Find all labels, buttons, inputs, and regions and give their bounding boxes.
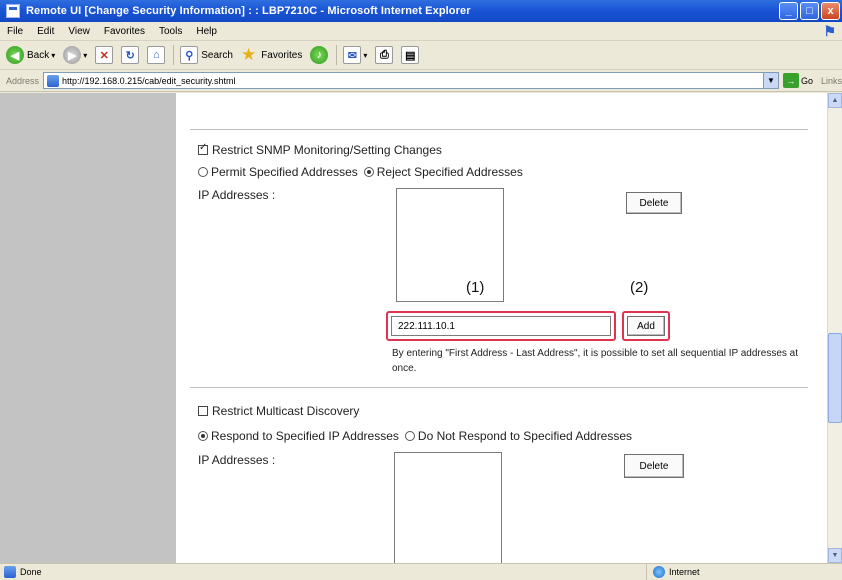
print-button[interactable]: ⎙	[375, 46, 394, 64]
section-divider	[190, 387, 808, 388]
back-dropdown-icon[interactable]: ▾	[51, 51, 55, 60]
left-navigation-pane	[0, 93, 176, 563]
forward-button[interactable]: ▶ ▾	[63, 46, 87, 64]
multicast-delete-button[interactable]: Delete	[624, 454, 684, 478]
media-button[interactable]: ♪	[310, 46, 329, 64]
address-dropdown-icon[interactable]: ▼	[762, 73, 778, 88]
snmp-ip-address-list[interactable]	[396, 188, 504, 302]
scroll-down-arrow-icon[interactable]: ▼	[828, 548, 842, 563]
search-button[interactable]: ⚲ Search	[180, 46, 233, 64]
search-icon: ⚲	[180, 46, 199, 64]
go-button[interactable]: → Go	[782, 73, 813, 88]
permit-addresses-label: Permit Specified Addresses	[211, 165, 358, 179]
back-button[interactable]: ◀ Back ▾	[6, 46, 55, 64]
edit-page-button[interactable]: ▤	[401, 46, 420, 64]
favorites-button[interactable]: ★ Favorites	[241, 45, 302, 65]
minimize-button[interactable]: _	[779, 2, 798, 20]
back-arrow-icon: ◀	[6, 46, 24, 64]
no-respond-addresses-radio[interactable]	[404, 431, 415, 441]
refresh-button[interactable]: ↻	[121, 46, 140, 64]
page-icon	[47, 74, 60, 87]
callout-1: (1)	[466, 279, 485, 296]
snmp-ip-input[interactable]: 222.111.10.1	[391, 316, 611, 336]
edit-page-icon: ▤	[401, 46, 420, 64]
snmp-ip-label: IP Addresses :	[198, 188, 276, 202]
multicast-restrict-checkbox[interactable]	[198, 406, 208, 416]
status-bar: Done Internet	[0, 563, 842, 580]
ie-page-icon	[6, 4, 20, 18]
menu-bar: File Edit View Favorites Tools Help ⚑	[0, 22, 842, 41]
media-icon: ♪	[310, 46, 329, 64]
refresh-icon: ↻	[121, 46, 140, 64]
window-title: Remote UI [Change Security Information] …	[26, 5, 471, 17]
address-label: Address	[6, 75, 40, 86]
multicast-address-mode: Respond to Specified IP Addresses Do Not…	[198, 429, 632, 443]
multicast-ip-address-list[interactable]	[394, 452, 502, 563]
mail-button[interactable]: ✉ ▾	[343, 46, 367, 64]
favorites-label: Favorites	[261, 49, 303, 61]
toolbar: ◀ Back ▾ ▶ ▾ ✕ ↻ ⌂ ⚲ Search ★ Favorites …	[0, 41, 842, 70]
security-zone: Internet	[646, 564, 700, 580]
sequential-address-note: By entering "First Address - Last Addres…	[392, 348, 799, 374]
forward-dropdown-icon[interactable]: ▾	[83, 51, 87, 60]
favorites-star-icon: ★	[240, 45, 257, 64]
internet-globe-icon	[653, 566, 665, 578]
back-label: Back	[27, 49, 50, 61]
menu-edit[interactable]: Edit	[30, 26, 61, 37]
permit-addresses-radio[interactable]	[198, 167, 208, 177]
multicast-restrict-label: Restrict Multicast Discovery	[212, 404, 360, 418]
go-label: Go	[800, 75, 813, 86]
maximize-button[interactable]: □	[800, 2, 819, 20]
scroll-up-arrow-icon[interactable]: ▲	[828, 93, 842, 108]
go-arrow-icon: →	[782, 73, 799, 88]
section-divider	[190, 129, 808, 130]
zone-label: Internet	[669, 567, 700, 577]
search-label: Search	[201, 49, 233, 61]
close-button[interactable]: x	[821, 2, 840, 20]
menu-favorites[interactable]: Favorites	[97, 26, 152, 37]
mail-dropdown-icon[interactable]: ▾	[363, 51, 367, 60]
forward-arrow-icon: ▶	[63, 46, 82, 64]
address-input[interactable]: http://192.168.0.215/cab/edit_security.s…	[43, 72, 779, 89]
home-icon: ⌂	[147, 46, 166, 64]
snmp-restrict-label: Restrict SNMP Monitoring/Setting Changes	[212, 143, 442, 157]
vertical-scrollbar[interactable]: ▲ ▼	[827, 93, 842, 563]
menu-file[interactable]: File	[0, 26, 30, 37]
page-viewport: Restrict SNMP Monitoring/Setting Changes…	[0, 93, 842, 563]
menu-tools[interactable]: Tools	[152, 26, 189, 37]
respond-addresses-radio[interactable]	[198, 431, 208, 441]
snmp-address-mode: Permit Specified Addresses Reject Specif…	[198, 165, 523, 179]
stop-button[interactable]: ✕	[95, 46, 114, 64]
snmp-restrict-checkbox[interactable]	[198, 142, 208, 155]
multicast-ip-label: IP Addresses :	[198, 453, 276, 467]
address-url[interactable]: http://192.168.0.215/cab/edit_security.s…	[62, 76, 235, 86]
reject-addresses-radio[interactable]	[363, 167, 374, 177]
respond-addresses-label: Respond to Specified IP Addresses	[211, 429, 399, 443]
snmp-restrict-row[interactable]: Restrict SNMP Monitoring/Setting Changes	[198, 142, 442, 157]
no-respond-addresses-label: Do Not Respond to Specified Addresses	[417, 429, 633, 443]
scroll-thumb[interactable]	[828, 333, 842, 423]
multicast-restrict-row[interactable]: Restrict Multicast Discovery	[198, 404, 359, 418]
snmp-add-button[interactable]: Add	[627, 316, 665, 336]
window-controls: _ □ x	[779, 2, 840, 20]
home-button[interactable]: ⌂	[147, 46, 166, 64]
toolbar-separator	[336, 45, 338, 65]
windows-logo-icon: ⚑	[823, 23, 836, 39]
links-button[interactable]: Links	[821, 76, 842, 86]
print-icon: ⎙	[375, 46, 394, 64]
reject-addresses-label: Reject Specified Addresses	[376, 165, 523, 179]
address-bar: Address http://192.168.0.215/cab/edit_se…	[0, 70, 842, 92]
callout-2: (2)	[630, 279, 649, 296]
status-text: Done	[20, 567, 42, 577]
title-bar: Remote UI [Change Security Information] …	[0, 0, 842, 22]
stop-icon: ✕	[95, 46, 114, 64]
mail-icon: ✉	[343, 46, 362, 64]
toolbar-separator	[173, 45, 175, 65]
menu-view[interactable]: View	[61, 26, 97, 37]
snmp-delete-button[interactable]: Delete	[626, 192, 682, 214]
security-settings-content: Restrict SNMP Monitoring/Setting Changes…	[176, 93, 827, 563]
menu-help[interactable]: Help	[189, 26, 224, 37]
page-done-icon	[4, 566, 16, 578]
